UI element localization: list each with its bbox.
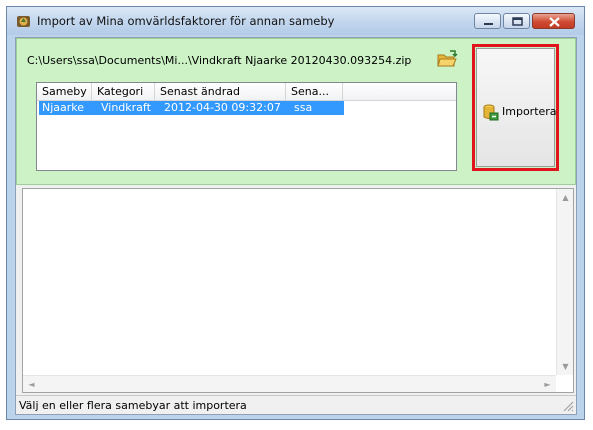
sameby-list[interactable]: Sameby Kategori Senast ändrad Sena... Nj… [36, 82, 457, 171]
close-icon [549, 17, 560, 27]
scroll-right-icon[interactable]: ► [539, 376, 556, 393]
minimize-icon [484, 23, 493, 25]
status-bar: Välj en eller flera samebyar att importe… [16, 395, 576, 414]
cell-sena: ssa [294, 101, 313, 114]
column-header-sena[interactable]: Sena... [286, 83, 343, 100]
source-panel: C:\Users\ssa\Documents\Mi...\Vindkraft N… [16, 38, 576, 185]
window-title: Import av Mina omvärldsfaktorer för anna… [37, 14, 335, 28]
scroll-up-icon[interactable]: ▲ [557, 189, 574, 206]
maximize-button[interactable] [503, 13, 530, 29]
cell-kategori: Vindkraft [101, 101, 151, 114]
column-header-senast-andrad[interactable]: Senast ändrad [155, 83, 286, 100]
maximize-icon [512, 17, 523, 26]
vertical-scrollbar[interactable]: ▲ ▼ [556, 189, 573, 375]
status-text: Välj en eller flera samebyar att importe… [19, 399, 247, 412]
list-item[interactable]: Njaarke Vindkraft 2012-04-30 09:32:07 ss… [39, 101, 344, 115]
column-header-kategori[interactable]: Kategori [92, 83, 155, 100]
import-highlight-frame: Importera [472, 44, 559, 171]
resize-grip-icon[interactable] [562, 400, 574, 412]
open-folder-icon[interactable] [436, 49, 458, 69]
horizontal-scrollbar[interactable]: ◄ ► [23, 375, 556, 392]
client-area: C:\Users\ssa\Documents\Mi...\Vindkraft N… [15, 37, 577, 415]
import-button[interactable]: Importera [476, 48, 557, 167]
minimize-button[interactable] [474, 13, 501, 29]
column-header-sameby[interactable]: Sameby [37, 83, 92, 100]
app-icon [16, 14, 31, 28]
cell-senast-andrad: 2012-04-30 09:32:07 [164, 101, 281, 114]
import-window: Import av Mina omvärldsfaktorer för anna… [6, 6, 585, 420]
close-button[interactable] [532, 13, 575, 29]
title-bar[interactable]: Import av Mina omvärldsfaktorer för anna… [7, 7, 584, 35]
file-path-label: C:\Users\ssa\Documents\Mi...\Vindkraft N… [27, 54, 412, 67]
cell-sameby: Njaarke [42, 101, 85, 114]
list-header: Sameby Kategori Senast ändrad Sena... [37, 83, 456, 101]
log-output-area[interactable]: ▲ ▼ ◄ ► [22, 188, 574, 393]
scroll-down-icon[interactable]: ▼ [557, 358, 574, 375]
import-button-label: Importera [502, 105, 557, 118]
database-import-icon [483, 104, 499, 121]
scroll-left-icon[interactable]: ◄ [23, 376, 40, 393]
